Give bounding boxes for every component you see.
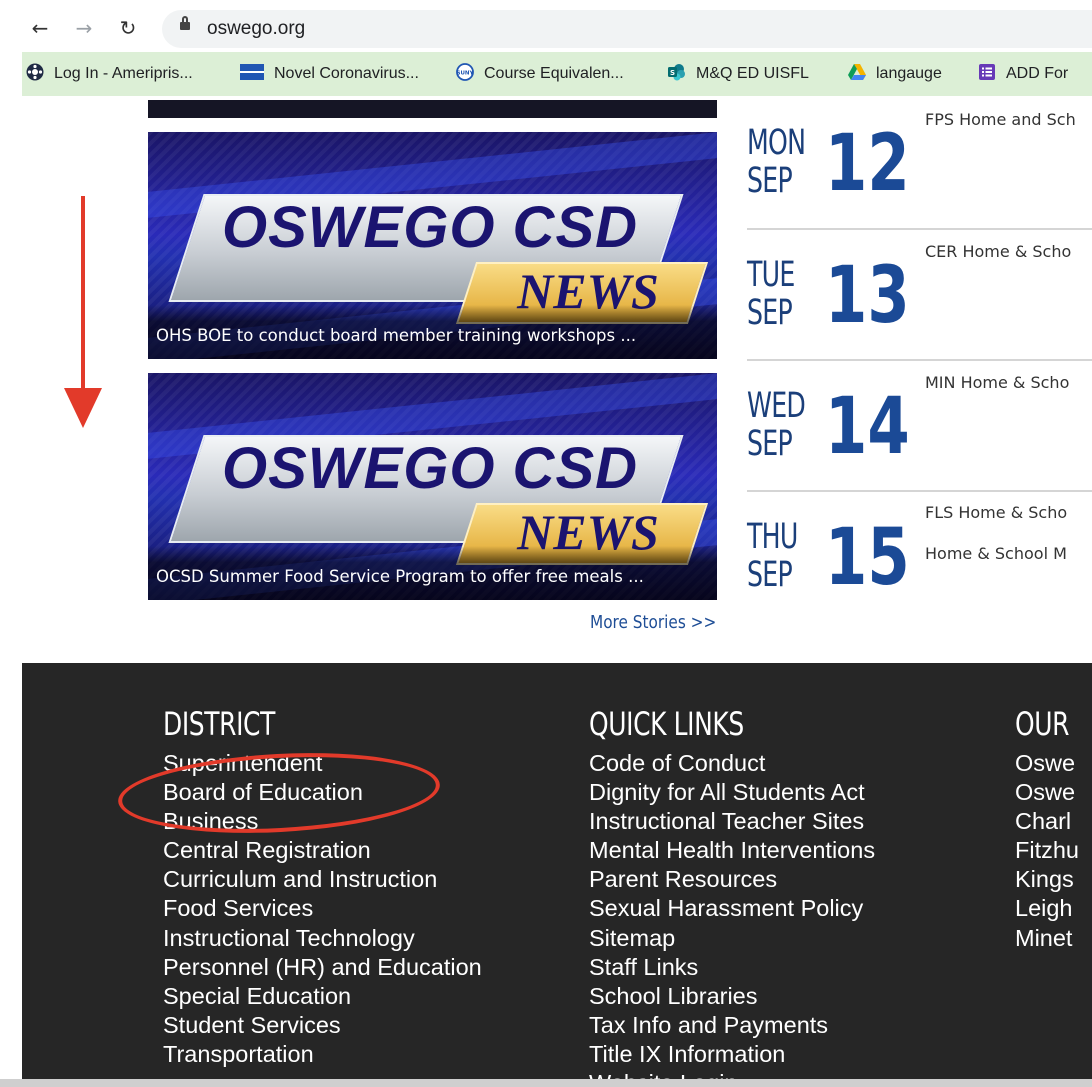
footer-link[interactable]: Sitemap [589, 924, 875, 953]
footer-link[interactable]: Instructional Technology [163, 924, 482, 953]
footer-link[interactable]: Kings [1015, 865, 1079, 894]
window-edge [0, 0, 22, 1087]
bookmark-label: ADD For [1006, 65, 1069, 82]
event-item[interactable]: TUE SEP 13 CER Home & Scho [747, 228, 1092, 359]
bookmark-label: Novel Coronavirus... [274, 65, 419, 82]
google-drive-icon [848, 64, 866, 80]
event-month: SEP [747, 161, 793, 201]
event-divider [747, 228, 1092, 230]
event-title[interactable]: FPS Home and Sch [925, 110, 1076, 129]
event-day: WED [747, 386, 806, 426]
event-title[interactable]: Home & School M [925, 544, 1067, 563]
footer-link[interactable]: Student Services [163, 1011, 482, 1040]
lock-icon [180, 16, 190, 30]
news-card[interactable]: OSWEGO CSD NEWS OCSD Summer Food Service… [148, 373, 717, 600]
address-bar[interactable]: oswego.org [162, 10, 1092, 48]
bookmark-item[interactable]: S M&Q ED UISFL [668, 63, 809, 85]
event-title[interactable]: CER Home & Scho [925, 242, 1071, 261]
footer-link[interactable]: Code of Conduct [589, 749, 875, 778]
footer-link[interactable]: Fitzhu [1015, 836, 1079, 865]
bookmark-label: Course Equivalen... [484, 65, 624, 82]
suny-icon: SUNY [456, 63, 474, 81]
event-day: MON [747, 123, 806, 163]
event-divider [747, 490, 1092, 492]
reload-icon[interactable]: ↻ [116, 16, 140, 40]
news-logo-title: OSWEGO CSD [221, 436, 639, 501]
sharepoint-icon: S [668, 64, 685, 81]
event-item[interactable]: THU SEP 15 FLS Home & Scho Home & School… [747, 490, 1092, 621]
footer-link[interactable]: Oswe [1015, 749, 1079, 778]
event-month: SEP [747, 555, 793, 595]
footer-link[interactable]: Oswe [1015, 778, 1079, 807]
url-text[interactable]: oswego.org [207, 18, 305, 40]
footer-link[interactable]: Minet [1015, 924, 1079, 953]
site-footer: DISTRICT Superintendent Board of Educati… [22, 663, 1092, 1087]
news-card-partial[interactable] [148, 100, 717, 118]
event-month: SEP [747, 424, 793, 464]
event-day: TUE [747, 255, 795, 295]
news-logo-title: OSWEGO CSD [221, 195, 639, 260]
flag-icon [240, 64, 264, 80]
event-date: 15 [825, 513, 910, 603]
event-date: 12 [825, 119, 910, 209]
footer-link[interactable]: Sexual Harassment Policy [589, 894, 875, 923]
bookmark-label: M&Q ED UISFL [696, 65, 809, 82]
bookmark-item[interactable]: Novel Coronavirus... [240, 63, 419, 85]
bookmark-item[interactable]: SUNY Course Equivalen... [456, 63, 624, 85]
footer-link[interactable]: Title IX Information [589, 1040, 875, 1069]
event-day: THU [747, 517, 798, 557]
event-item[interactable]: MON SEP 12 FPS Home and Sch [747, 97, 1092, 228]
gear-badge-icon [26, 63, 44, 81]
back-arrow-icon[interactable]: ← [28, 16, 52, 40]
browser-toolbar: ← → ↻ oswego.org [22, 8, 1092, 48]
bookmark-item[interactable]: Log In - Ameripris... [26, 63, 193, 85]
footer-link[interactable]: Instructional Teacher Sites [589, 807, 875, 836]
news-card[interactable]: OSWEGO CSD NEWS OHS BOE to conduct board… [148, 132, 717, 359]
footer-link[interactable]: Staff Links [589, 953, 875, 982]
event-date: 13 [825, 251, 910, 341]
bookmarks-bar: Log In - Ameripris... Novel Coronavirus.… [22, 52, 1092, 96]
footer-heading: QUICK LINKS [589, 705, 744, 743]
bookmark-item[interactable]: ADD For [978, 63, 1068, 85]
bookmark-label: langauge [876, 65, 942, 82]
footer-link-list: Code of Conduct Dignity for All Students… [589, 749, 875, 1087]
event-item[interactable]: WED SEP 14 MIN Home & Scho [747, 359, 1092, 490]
forms-icon [979, 64, 995, 80]
news-caption[interactable]: OCSD Summer Food Service Program to offe… [156, 567, 644, 586]
footer-link[interactable]: Personnel (HR) and Education [163, 953, 482, 982]
footer-link[interactable]: Special Education [163, 982, 482, 1011]
bookmark-label: Log In - Ameripris... [54, 65, 193, 82]
more-stories-link[interactable]: More Stories >> [590, 612, 716, 633]
footer-link[interactable]: Parent Resources [589, 865, 875, 894]
footer-link[interactable]: Leigh [1015, 894, 1079, 923]
footer-link[interactable]: Tax Info and Payments [589, 1011, 875, 1040]
footer-link[interactable]: School Libraries [589, 982, 875, 1011]
footer-link[interactable]: Mental Health Interventions [589, 836, 875, 865]
svg-text:SUNY: SUNY [456, 71, 474, 77]
event-month: SEP [747, 293, 793, 333]
dock-edge [0, 1079, 1092, 1087]
footer-link[interactable]: Food Services [163, 894, 482, 923]
footer-link[interactable]: Charl [1015, 807, 1079, 836]
footer-link[interactable]: Curriculum and Instruction [163, 865, 482, 894]
screenshot: ← → ↻ oswego.org Log In - Ameripris... N… [0, 0, 1092, 1087]
svg-text:S: S [670, 69, 675, 77]
footer-link[interactable]: Central Registration [163, 836, 482, 865]
footer-heading: DISTRICT [163, 705, 275, 743]
event-divider [747, 359, 1092, 361]
footer-heading: OUR [1015, 705, 1070, 743]
event-title[interactable]: MIN Home & Scho [925, 373, 1069, 392]
footer-link[interactable]: Dignity for All Students Act [589, 778, 875, 807]
event-date: 14 [825, 382, 910, 472]
footer-link-list: Oswe Oswe Charl Fitzhu Kings Leigh Minet [1015, 749, 1079, 953]
footer-link[interactable]: Transportation [163, 1040, 482, 1069]
event-title[interactable]: FLS Home & Scho [925, 503, 1067, 522]
news-caption[interactable]: OHS BOE to conduct board member training… [156, 326, 636, 345]
bookmark-item[interactable]: langauge [848, 63, 942, 85]
red-arrow-annotation [64, 196, 102, 428]
forward-arrow-icon[interactable]: → [72, 16, 96, 40]
